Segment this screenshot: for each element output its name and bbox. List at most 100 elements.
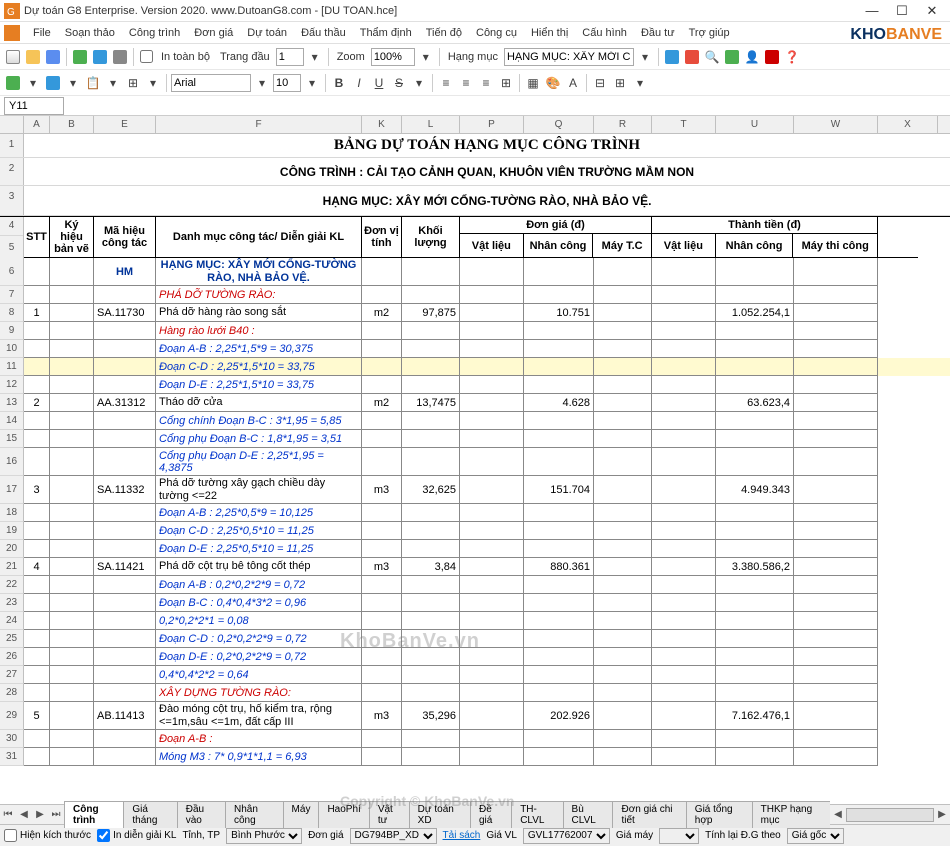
menu-dongia[interactable]: Đơn giá — [187, 25, 240, 41]
cell[interactable] — [50, 558, 94, 576]
cell[interactable] — [652, 684, 716, 702]
cell[interactable] — [594, 322, 652, 340]
cell[interactable] — [716, 376, 794, 394]
row-header[interactable]: 30 — [0, 730, 24, 748]
cell[interactable] — [652, 394, 716, 412]
cell-dv[interactable]: m3 — [362, 476, 402, 504]
cell-nc[interactable]: 880.361 — [524, 558, 594, 576]
font-color-icon[interactable]: A — [564, 74, 582, 92]
cell[interactable] — [402, 258, 460, 286]
table-row[interactable]: 18Đoạn A-B : 2,25*0,5*9 = 10,125 — [0, 504, 950, 522]
row-header[interactable]: 12 — [0, 376, 24, 394]
open-icon[interactable] — [24, 48, 42, 66]
cell[interactable] — [594, 476, 652, 504]
cell[interactable] — [794, 448, 878, 476]
col-hdr-E[interactable]: E — [94, 116, 156, 133]
page-dropdown-icon[interactable]: ▾ — [306, 48, 324, 66]
cell[interactable] — [524, 258, 594, 286]
cell[interactable] — [94, 648, 156, 666]
table-row[interactable]: 173SA.11332Phá dỡ tường xây gạch chiều d… — [0, 476, 950, 504]
cell-kl[interactable]: 97,875 — [402, 304, 460, 322]
cell[interactable] — [524, 358, 594, 376]
cell-tnc[interactable]: 3.380.586,2 — [716, 558, 794, 576]
maximize-button[interactable]: ☐ — [888, 1, 916, 21]
cell[interactable] — [460, 258, 524, 286]
size-dropdown-icon[interactable]: ▾ — [303, 74, 321, 92]
hscroll-left[interactable]: ◀ — [830, 807, 846, 823]
cell[interactable] — [460, 340, 524, 358]
table-row[interactable]: 295AB.11413Đào móng cột trụ, hố kiểm tra… — [0, 702, 950, 730]
strike-dropdown-icon[interactable]: ▾ — [410, 74, 428, 92]
cell[interactable] — [794, 258, 878, 286]
align-right-icon[interactable]: ≡ — [477, 74, 495, 92]
cell-desc[interactable]: HẠNG MỤC: XÂY MỚI CỔNG-TƯỜNG RÀO, NHÀ BẢ… — [156, 258, 362, 286]
table-row[interactable]: 270,4*0,4*2*2 = 0,64 — [0, 666, 950, 684]
menu-thamdinh[interactable]: Thẩm định — [353, 25, 419, 41]
cell[interactable] — [24, 576, 50, 594]
misc-icon-1[interactable]: ⊟ — [591, 74, 609, 92]
cell[interactable] — [362, 594, 402, 612]
cell[interactable] — [594, 504, 652, 522]
cell[interactable] — [402, 430, 460, 448]
misc-icon-3[interactable]: ▾ — [631, 74, 649, 92]
cell[interactable] — [94, 594, 156, 612]
cell-stt[interactable]: 2 — [24, 394, 50, 412]
cell-nc[interactable]: 202.926 — [524, 702, 594, 730]
cell[interactable] — [362, 322, 402, 340]
row-header[interactable]: 15 — [0, 430, 24, 448]
cell[interactable] — [24, 286, 50, 304]
cell-kl[interactable]: 35,296 — [402, 702, 460, 730]
cell[interactable] — [524, 286, 594, 304]
sheet-tab[interactable]: THKP hạng mục — [752, 801, 830, 828]
row-header[interactable]: 29 — [0, 702, 24, 730]
cell[interactable] — [24, 522, 50, 540]
cell[interactable] — [652, 748, 716, 766]
cell[interactable] — [402, 522, 460, 540]
cell[interactable] — [524, 748, 594, 766]
cell-mahieu[interactable]: HM — [94, 258, 156, 286]
table-row[interactable]: 10Đoạn A-B : 2,25*1,5*9 = 30,375 — [0, 340, 950, 358]
align-left-icon[interactable]: ≡ — [437, 74, 455, 92]
tool-icon-2[interactable] — [683, 48, 701, 66]
cell[interactable] — [50, 430, 94, 448]
cell[interactable] — [50, 394, 94, 412]
cell[interactable] — [94, 286, 156, 304]
cell[interactable] — [402, 540, 460, 558]
cell-calc[interactable]: Cổng chính Đoạn B-C : 3*1,95 = 5,85 — [156, 412, 362, 430]
cell[interactable] — [402, 594, 460, 612]
cell-section[interactable]: PHÁ DỠ TƯỜNG RÀO: — [156, 286, 362, 304]
cell-mahieu[interactable]: SA.11730 — [94, 304, 156, 322]
cell[interactable] — [402, 448, 460, 476]
cell[interactable] — [402, 340, 460, 358]
cell[interactable] — [794, 430, 878, 448]
cell[interactable] — [652, 666, 716, 684]
row-header[interactable]: 26 — [0, 648, 24, 666]
cell-kl[interactable]: 32,625 — [402, 476, 460, 504]
table-row[interactable]: 14Cổng chính Đoạn B-C : 3*1,95 = 5,85 — [0, 412, 950, 430]
font-select[interactable] — [171, 74, 251, 92]
cell[interactable] — [460, 448, 524, 476]
cell[interactable] — [794, 540, 878, 558]
cell[interactable] — [524, 730, 594, 748]
row-header[interactable]: 1 — [0, 134, 24, 157]
table-row[interactable]: 16Cổng phụ Đoạn D-E : 2,25*1,95 = 4,3875 — [0, 448, 950, 476]
cell[interactable] — [460, 576, 524, 594]
cell[interactable] — [652, 448, 716, 476]
table-row[interactable]: 22Đoạn A-B : 0,2*0,2*2*9 = 0,72 — [0, 576, 950, 594]
cell[interactable] — [24, 612, 50, 630]
cell[interactable] — [716, 340, 794, 358]
cell[interactable] — [460, 476, 524, 504]
col-hdr-L[interactable]: L — [402, 116, 460, 133]
cell[interactable] — [460, 730, 524, 748]
cell-note[interactable]: Đoạn A-B : — [156, 730, 362, 748]
merge-icon[interactable]: ⊞ — [497, 74, 515, 92]
cell[interactable] — [716, 648, 794, 666]
cell[interactable] — [362, 684, 402, 702]
sheet-tab[interactable]: Vật tư — [369, 801, 410, 828]
cell[interactable] — [716, 594, 794, 612]
menu-dauthau[interactable]: Đấu thầu — [294, 25, 353, 41]
cell[interactable] — [594, 594, 652, 612]
cell[interactable] — [716, 630, 794, 648]
cell[interactable] — [716, 258, 794, 286]
tb2-icon-4[interactable]: ▾ — [64, 74, 82, 92]
